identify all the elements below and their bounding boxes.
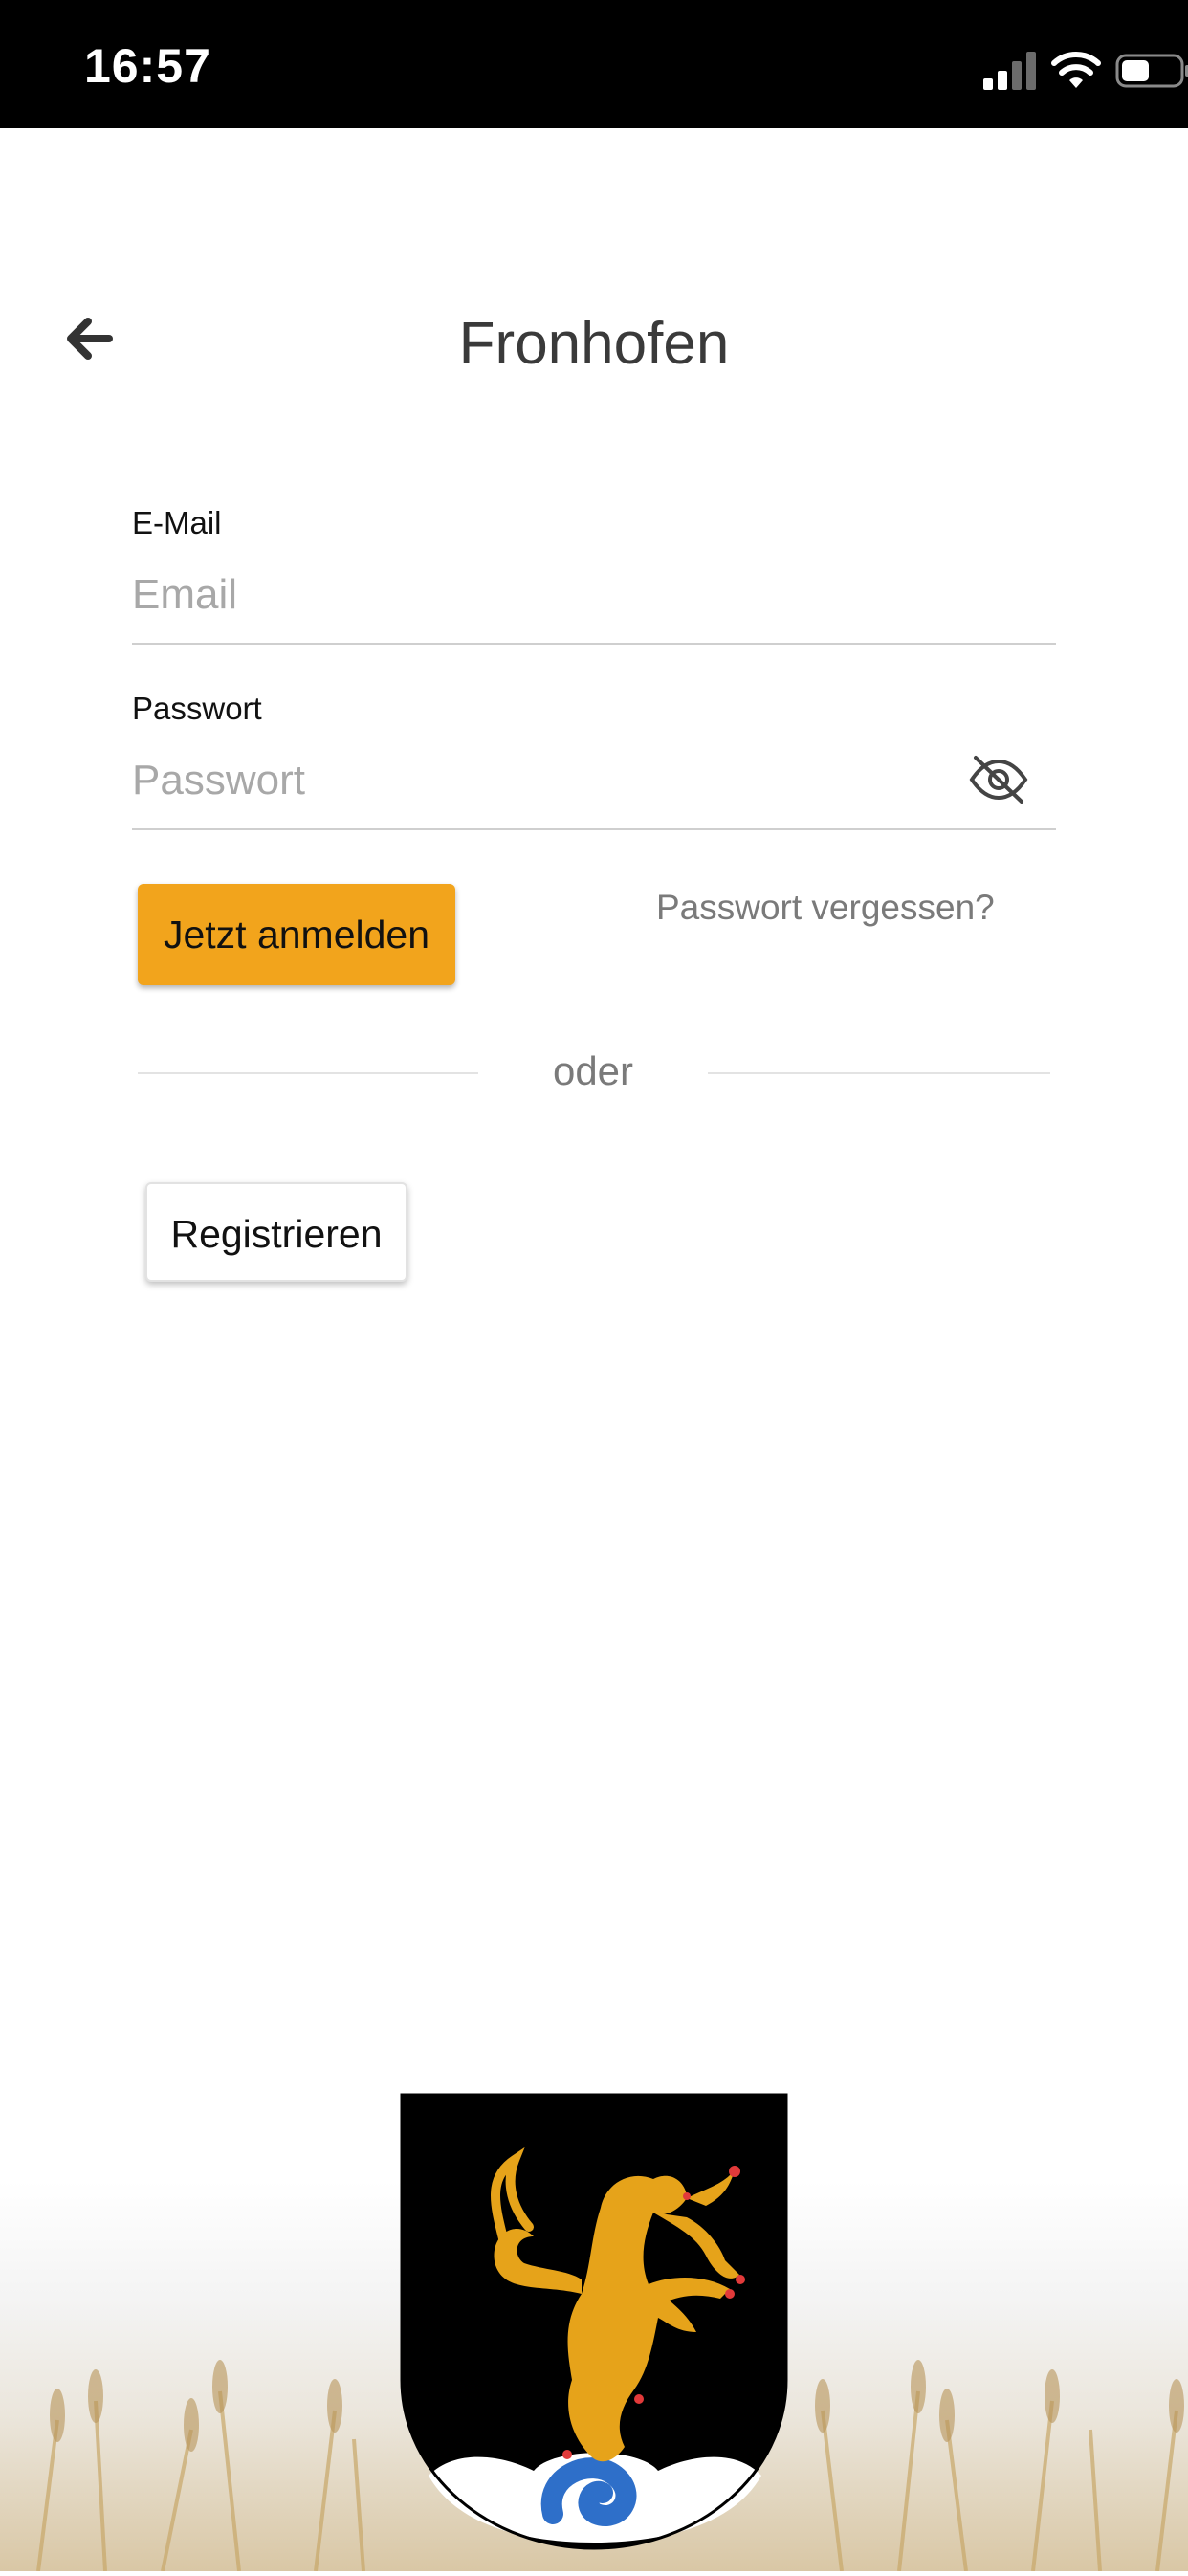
eye-off-icon <box>969 756 1028 804</box>
login-button[interactable]: Jetzt anmelden <box>138 884 455 985</box>
email-input[interactable] <box>132 561 1056 629</box>
password-input[interactable] <box>132 746 955 815</box>
email-underline <box>132 643 1056 645</box>
page-title: Fronhofen <box>458 311 730 377</box>
toggle-password-visibility-button[interactable] <box>968 754 1029 805</box>
password-underline <box>132 828 1056 830</box>
status-bar: 16:57 <box>0 0 1188 128</box>
status-time: 16:57 <box>84 39 211 93</box>
register-button[interactable]: Registrieren <box>145 1182 407 1282</box>
email-label: E-Mail <box>132 505 222 540</box>
password-label: Passwort <box>132 691 262 726</box>
header: Fronhofen <box>0 287 1188 402</box>
battery-icon <box>1115 54 1188 88</box>
signal-icon <box>983 52 1036 90</box>
wifi-icon <box>1051 52 1101 88</box>
divider-line-right <box>708 1072 1050 1074</box>
divider-text: oder <box>552 1048 634 1093</box>
coat-of-arms-icon <box>400 2093 788 2550</box>
divider-line-left <box>138 1072 478 1074</box>
forgot-password-link[interactable]: Passwort vergessen? <box>656 888 995 928</box>
